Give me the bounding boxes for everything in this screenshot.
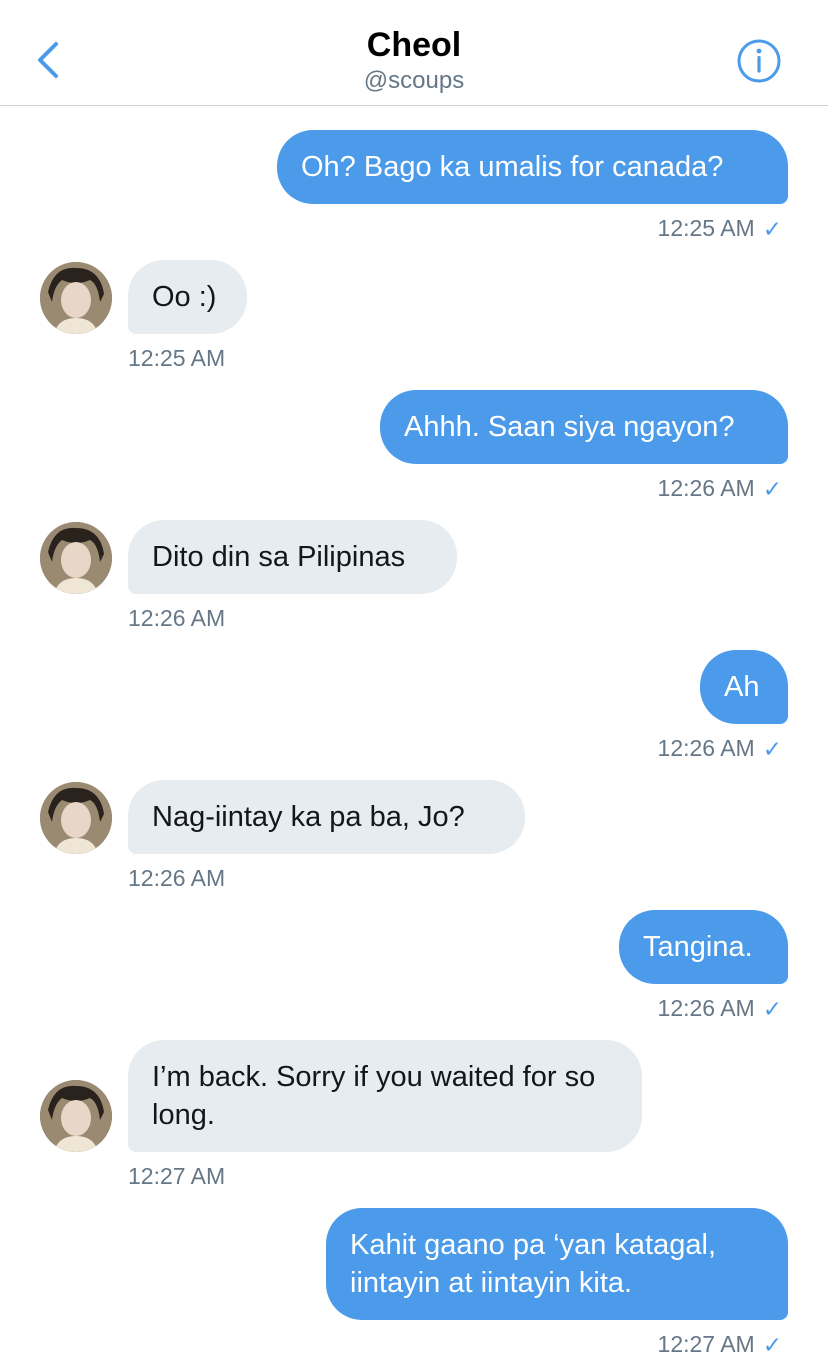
chevron-left-icon [38,42,58,78]
outgoing-message-bubble[interactable]: Tangina. [619,910,788,984]
info-icon [737,39,781,83]
message-timestamp: 12:26 AM ✓ [657,475,782,502]
avatar[interactable] [40,262,112,334]
message-timestamp: 12:25 AM ✓ [657,215,782,242]
message-timestamp: 12:25 AM [128,345,226,371]
message-text: Ahhh. Saan siya ngayon? [404,411,735,443]
outgoing-message-bubble[interactable]: Kahit gaano pa ‘yan katagal, iintayin at… [326,1208,788,1320]
info-button[interactable] [736,38,782,84]
avatar-image [40,1080,112,1152]
checkmark-icon: ✓ [762,1332,782,1358]
message-text: Oo :) [152,281,217,313]
contact-name: Cheol [366,26,462,64]
checkmark-icon: ✓ [762,996,782,1022]
message-timestamp: 12:27 AM ✓ [657,1331,782,1358]
avatar[interactable] [40,522,112,594]
incoming-message-bubble[interactable]: I’m back. Sorry if you waited for so lon… [128,1040,642,1152]
avatar-image [40,782,112,854]
outgoing-message-bubble[interactable]: Ah [700,650,788,724]
avatar[interactable] [40,782,112,854]
message-timestamp: 12:26 AM [128,605,226,631]
outgoing-message-bubble[interactable]: Ahhh. Saan siya ngayon? [380,390,788,464]
incoming-message-bubble[interactable]: Dito din sa Pilipinas [128,520,457,594]
contact-handle: @scoups [363,67,465,94]
conversation-title-block[interactable]: Cheol @scoups [214,24,614,96]
message-text: Oh? Bago ka umalis for canada? [301,151,724,183]
message-text: Dito din sa Pilipinas [152,541,406,573]
outgoing-message-bubble[interactable]: Oh? Bago ka umalis for canada? [277,130,788,204]
message-timestamp: 12:26 AM ✓ [657,735,782,762]
incoming-message-bubble[interactable]: Nag-iintay ka pa ba, Jo? [128,780,525,854]
message-text: Tangina. [643,931,753,963]
avatar-image [40,522,112,594]
conversation-header: Cheol @scoups [0,0,828,106]
checkmark-icon: ✓ [762,476,782,502]
message-text: I’m back. Sorry if you waited for so lon… [152,1061,596,1131]
message-text: Ah [724,671,760,703]
checkmark-icon: ✓ [762,216,782,242]
checkmark-icon: ✓ [762,736,782,762]
avatar[interactable] [40,1080,112,1152]
message-text: Nag-iintay ka pa ba, Jo? [152,801,465,833]
message-timestamp: 12:27 AM [128,1163,226,1189]
message-text: Kahit gaano pa ‘yan katagal, iintayin at… [350,1229,716,1299]
message-timestamp: 12:26 AM ✓ [657,995,782,1022]
avatar-image [40,262,112,334]
incoming-message-bubble[interactable]: Oo :) [128,260,247,334]
message-timestamp: 12:26 AM [128,865,226,891]
back-button[interactable] [26,38,70,82]
